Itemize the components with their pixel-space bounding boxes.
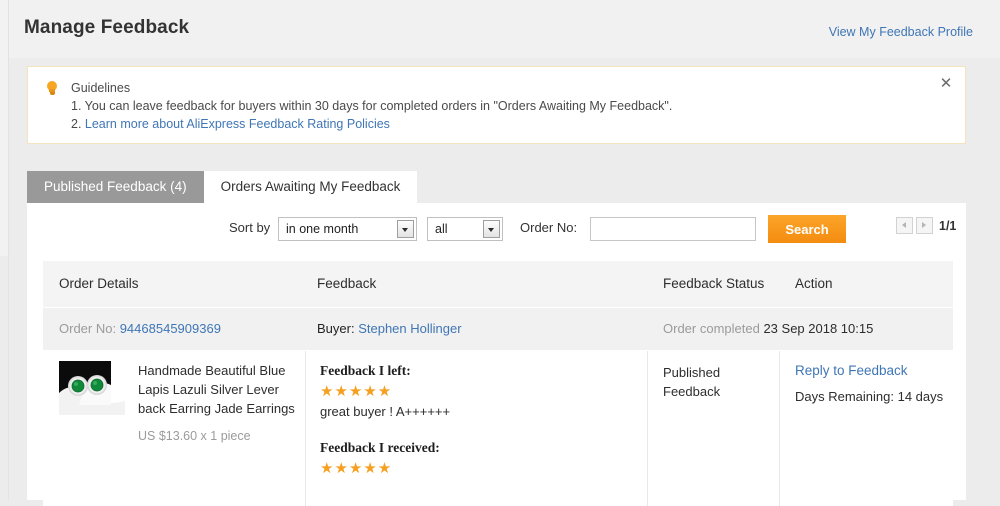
feedback-received-block: Feedback I received: ★★★★★ bbox=[320, 440, 440, 476]
order-no-label-text: Order No: bbox=[59, 321, 117, 336]
sort-by-label: Sort by bbox=[229, 220, 271, 235]
order-no-input[interactable] bbox=[590, 217, 756, 241]
guidelines-banner: Guidelines 1. You can leave feedback for… bbox=[27, 66, 966, 144]
buyer-label-text: Buyer: bbox=[317, 321, 355, 336]
feedback-left-stars: ★★★★★ bbox=[320, 382, 393, 400]
feedback-status-value: Published Feedback bbox=[663, 365, 721, 399]
filter-bar: Sort by in one month all Order No: Searc… bbox=[27, 203, 966, 253]
feedback-rating-policies-link[interactable]: Learn more about AliExpress Feedback Rat… bbox=[85, 117, 390, 131]
pagination-next-icon[interactable] bbox=[916, 217, 933, 235]
period-select-value: in one month bbox=[286, 222, 359, 236]
jade-earrings-image bbox=[59, 361, 125, 415]
tab-bar: Published Feedback (4) Orders Awaiting My… bbox=[27, 171, 418, 203]
pagination-count: 1/1 bbox=[939, 218, 957, 233]
order-number-link[interactable]: 94468545909369 bbox=[120, 321, 221, 336]
order-status-date: 23 Sep 2018 10:15 bbox=[763, 321, 874, 336]
search-button[interactable]: Search bbox=[768, 215, 846, 243]
left-rail-lower bbox=[0, 256, 9, 500]
product-price: US $13.60 x 1 piece bbox=[138, 429, 251, 443]
column-divider bbox=[779, 351, 780, 506]
buyer-cell: Buyer: Stephen Hollinger bbox=[317, 321, 462, 336]
page-root: Manage Feedback View My Feedback Profile… bbox=[0, 0, 1000, 506]
order-status-text: Order completed bbox=[663, 321, 760, 336]
table-header-row: Order Details Feedback Feedback Status A… bbox=[43, 261, 953, 307]
page-title: Manage Feedback bbox=[24, 17, 190, 38]
feedback-left-label: Feedback I left: bbox=[320, 363, 411, 378]
pagination-prev-icon[interactable] bbox=[896, 217, 913, 235]
pagination: 1/1 bbox=[896, 217, 956, 239]
feedback-table: Order Details Feedback Feedback Status A… bbox=[43, 261, 953, 506]
feedback-left-text: great buyer ! A++++++ bbox=[320, 404, 451, 419]
column-header-order-details: Order Details bbox=[59, 276, 139, 291]
feedback-left-block: Feedback I left: ★★★★★ great buyer ! A++… bbox=[320, 363, 450, 419]
buyer-name-link[interactable]: Stephen Hollinger bbox=[358, 321, 461, 336]
order-summary-row: Order No: 94468545909369 Buyer: Stephen … bbox=[43, 307, 953, 350]
content-panel: Sort by in one month all Order No: Searc… bbox=[27, 203, 966, 506]
tab-orders-awaiting-my-feedback[interactable]: Orders Awaiting My Feedback bbox=[203, 171, 418, 203]
product-thumbnail[interactable] bbox=[59, 361, 125, 415]
type-select-value: all bbox=[435, 222, 448, 236]
order-status-cell: Order completed 23 Sep 2018 10:15 bbox=[663, 321, 873, 336]
guidelines-line-2-prefix: 2. bbox=[71, 117, 85, 131]
table-row: Handmade Beautiful Blue Lapis Lazuli Sil… bbox=[43, 350, 953, 506]
days-remaining-text: Days Remaining: 14 days bbox=[795, 389, 944, 404]
column-header-feedback: Feedback bbox=[317, 276, 377, 291]
feedback-received-label: Feedback I received: bbox=[320, 440, 440, 455]
reply-to-feedback-link[interactable]: Reply to Feedback bbox=[795, 363, 908, 378]
guidelines-line-1: 1. You can leave feedback for buyers wit… bbox=[71, 99, 673, 113]
guidelines-title: Guidelines bbox=[71, 81, 131, 95]
tab-published-feedback[interactable]: Published Feedback (4) bbox=[27, 171, 204, 203]
chevron-down-icon[interactable] bbox=[483, 220, 500, 238]
type-select[interactable]: all bbox=[427, 217, 503, 241]
page-header: Manage Feedback View My Feedback Profile bbox=[9, 0, 1000, 58]
order-no-cell: Order No: 94468545909369 bbox=[59, 321, 221, 336]
guidelines-line-2: 2. Learn more about AliExpress Feedback … bbox=[71, 115, 925, 133]
product-title[interactable]: Handmade Beautiful Blue Lapis Lazuli Sil… bbox=[138, 361, 300, 418]
close-icon[interactable]: ✕ bbox=[937, 74, 955, 92]
period-select[interactable]: in one month bbox=[278, 217, 417, 241]
column-header-feedback-status: Feedback Status bbox=[663, 276, 765, 291]
guidelines-body: Guidelines 1. You can leave feedback for… bbox=[71, 79, 925, 133]
lightbulb-icon bbox=[45, 81, 59, 97]
order-no-label: Order No: bbox=[520, 220, 578, 235]
column-divider bbox=[647, 351, 648, 506]
feedback-received-stars: ★★★★★ bbox=[320, 459, 393, 477]
chevron-down-icon[interactable] bbox=[397, 220, 414, 238]
column-divider bbox=[305, 351, 306, 506]
column-header-action: Action bbox=[795, 276, 833, 291]
view-my-feedback-profile-link[interactable]: View My Feedback Profile bbox=[829, 25, 973, 39]
